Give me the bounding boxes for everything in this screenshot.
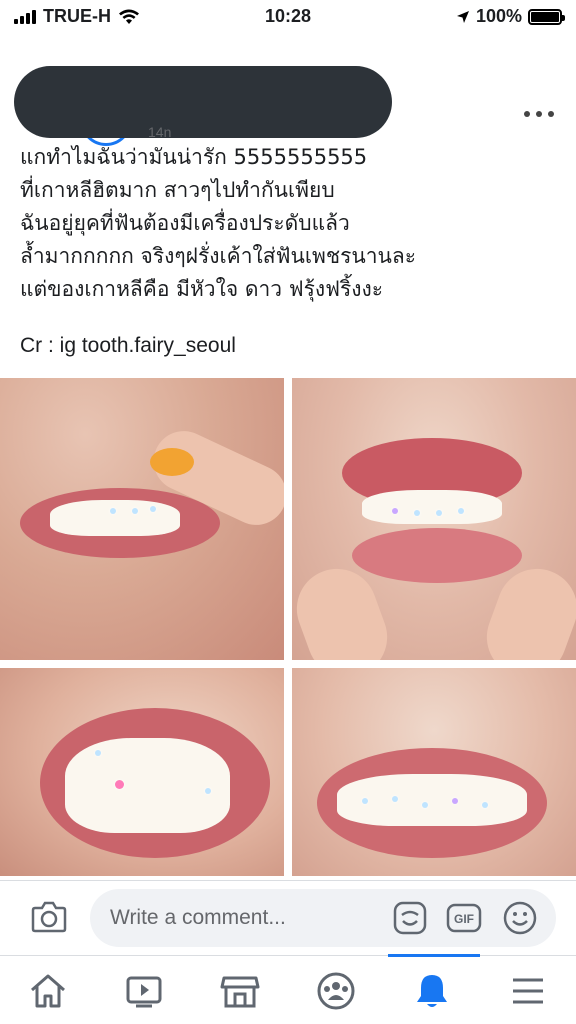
bottom-navigation: [0, 954, 576, 1024]
location-arrow-icon: [456, 10, 469, 23]
comment-input[interactable]: [90, 889, 556, 947]
comment-bar: GIF: [0, 880, 576, 954]
svg-text:GIF: GIF: [454, 912, 474, 926]
post-caption: แกทำไมฉันว่ามันน่ารัก 5555555555 ที่เกาห…: [20, 141, 560, 306]
tooth-gem-photo-4[interactable]: [292, 668, 576, 876]
post-credit: Cr : ig tooth.fairy_seoul: [20, 334, 236, 357]
more-options-icon[interactable]: [524, 104, 554, 124]
marketplace-icon: [220, 976, 260, 1007]
tooth-gem-photo-2[interactable]: [292, 378, 576, 660]
caption-line: ล้ำมากกกกก จริงๆฝรั่งเค้าใส่ฟันเพชรนานละ: [20, 244, 417, 268]
groups-icon: [317, 972, 355, 1009]
gif-icon: GIF: [446, 903, 482, 933]
nav-groups[interactable]: [288, 956, 384, 1024]
caption-line: ที่เกาหลีฮิตมาก สาวๆไปทำกันเพียบ: [20, 178, 335, 202]
nav-notifications[interactable]: [384, 956, 480, 1024]
nav-marketplace[interactable]: [192, 956, 288, 1024]
caption-line: แต่ของเกาหลีคือ มีหัวใจ ดาว ฟรุ้งฟริ้งงะ: [20, 277, 384, 301]
nav-menu[interactable]: [480, 956, 576, 1024]
notifications-icon: [417, 974, 447, 1007]
author-name-redaction: [14, 66, 392, 138]
tooth-gem-photo-3[interactable]: [0, 668, 284, 876]
caption-line: แกทำไมฉันว่ามันน่ารัก 5555555555: [20, 145, 368, 169]
camera-icon[interactable]: [30, 899, 68, 935]
gif-button[interactable]: GIF: [446, 900, 482, 936]
status-bar: TRUE-H 10:28 100%: [0, 0, 576, 34]
nav-home[interactable]: [0, 956, 96, 1024]
post-timestamp: 14n: [148, 124, 172, 140]
nav-watch[interactable]: [96, 956, 192, 1024]
avatar-sticker-icon[interactable]: [392, 900, 428, 936]
menu-icon: [513, 978, 543, 1003]
home-icon: [31, 974, 65, 1007]
emoji-icon[interactable]: [502, 900, 538, 936]
post-header: 14n: [0, 34, 576, 146]
tooth-gem-photo-1[interactable]: [0, 378, 284, 660]
caption-line: ฉันอยู่ยุคที่ฟันต้องมีเครื่องประดับแล้ว: [20, 211, 350, 235]
battery-percentage: 100%: [475, 6, 522, 26]
watch-icon: [126, 976, 162, 1007]
battery-icon: [528, 8, 565, 25]
